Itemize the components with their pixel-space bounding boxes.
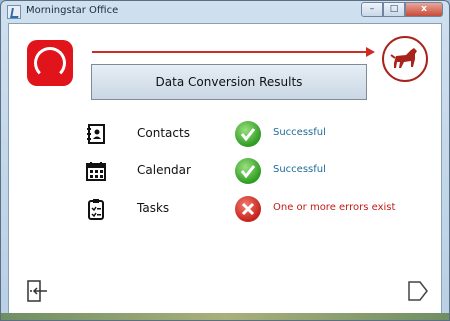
result-status: One or more errors exist <box>273 202 396 213</box>
success-check-icon <box>235 158 261 184</box>
close-button[interactable]: x <box>405 2 443 17</box>
success-check-icon <box>235 121 261 147</box>
clipboard-checklist-icon <box>85 198 107 220</box>
next-arrow-icon[interactable] <box>407 280 429 302</box>
result-row-calendar: Calendar Successful <box>85 158 425 186</box>
progress-arrow <box>92 51 370 53</box>
result-status: Successful <box>273 127 326 138</box>
result-label: Calendar <box>137 163 191 177</box>
app-window: Morningstar Office – □ x Data Conversion… <box>0 0 450 321</box>
window-title: Morningstar Office <box>26 5 119 16</box>
maximize-button[interactable]: □ <box>383 2 405 17</box>
result-row-tasks: Tasks One or more errors exist <box>85 196 425 224</box>
result-row-contacts: Contacts Successful <box>85 121 425 149</box>
address-book-icon <box>85 123 107 145</box>
app-icon <box>7 5 21 19</box>
exit-door-icon[interactable] <box>25 280 49 302</box>
taskbar-strip <box>1 313 449 320</box>
result-label: Tasks <box>137 201 170 215</box>
results-heading: Data Conversion Results <box>91 64 367 100</box>
morningstar-logo-icon <box>27 40 73 86</box>
dog-logo-icon <box>382 36 428 82</box>
minimize-button[interactable]: – <box>361 2 383 17</box>
error-x-icon <box>235 196 261 222</box>
title-bar[interactable]: Morningstar Office – □ x <box>1 1 449 23</box>
result-status: Successful <box>273 164 326 175</box>
arrow-head-icon <box>366 47 375 57</box>
window-controls: – □ x <box>361 2 443 17</box>
result-label: Contacts <box>137 126 190 140</box>
dialog-content: Data Conversion Results Contacts Success… <box>8 23 442 315</box>
calendar-icon <box>85 160 107 182</box>
